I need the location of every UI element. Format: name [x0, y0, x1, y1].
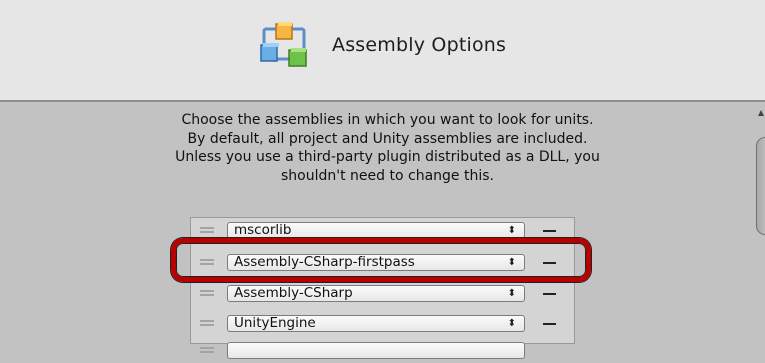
- scroll-up-arrow-icon[interactable]: [758, 110, 764, 116]
- description-line: Unless you use a third-party plugin dist…: [175, 149, 600, 165]
- title-area: Assembly Options: [258, 20, 506, 70]
- assembly-dropdown[interactable]: mscorlib ⬍: [227, 222, 525, 239]
- assembly-dropdown[interactable]: UnityEngine ⬍: [227, 315, 525, 332]
- remove-button[interactable]: [543, 293, 556, 295]
- assembly-dropdown[interactable]: Assembly-CSharp ⬍: [227, 285, 525, 302]
- description-line: Choose the assemblies in which you want …: [181, 112, 594, 128]
- drag-handle-icon[interactable]: [200, 227, 214, 233]
- drag-handle-icon[interactable]: [200, 347, 214, 353]
- assembly-dropdown[interactable]: [227, 342, 525, 359]
- drag-handle-icon[interactable]: [200, 320, 214, 326]
- scrollbar-thumb[interactable]: [756, 137, 765, 235]
- highlight-outline: [171, 238, 591, 282]
- header-divider: [0, 100, 765, 102]
- assembly-options-icon: [260, 22, 307, 67]
- remove-button[interactable]: [543, 323, 556, 325]
- description-line: By default, all project and Unity assemb…: [187, 130, 588, 147]
- header: Assembly Options: [0, 0, 765, 100]
- list-item: UnityEngine ⬍: [191, 312, 574, 336]
- list-item: [191, 339, 574, 363]
- remove-button[interactable]: [543, 230, 556, 232]
- description: Choose the assemblies in which you want …: [100, 111, 675, 185]
- list-item: Assembly-CSharp ⬍: [191, 282, 574, 306]
- dropdown-arrow-icon: ⬍: [507, 225, 516, 236]
- drag-handle-icon[interactable]: [200, 290, 214, 296]
- assembly-name: mscorlib: [234, 222, 292, 238]
- description-line: shouldn't need to change this.: [281, 167, 494, 184]
- assembly-name: Assembly-CSharp: [234, 285, 353, 301]
- assembly-name: UnityEngine: [234, 315, 316, 331]
- page-title: Assembly Options: [332, 34, 507, 56]
- dropdown-arrow-icon: ⬍: [507, 318, 516, 329]
- dropdown-arrow-icon: ⬍: [507, 288, 516, 299]
